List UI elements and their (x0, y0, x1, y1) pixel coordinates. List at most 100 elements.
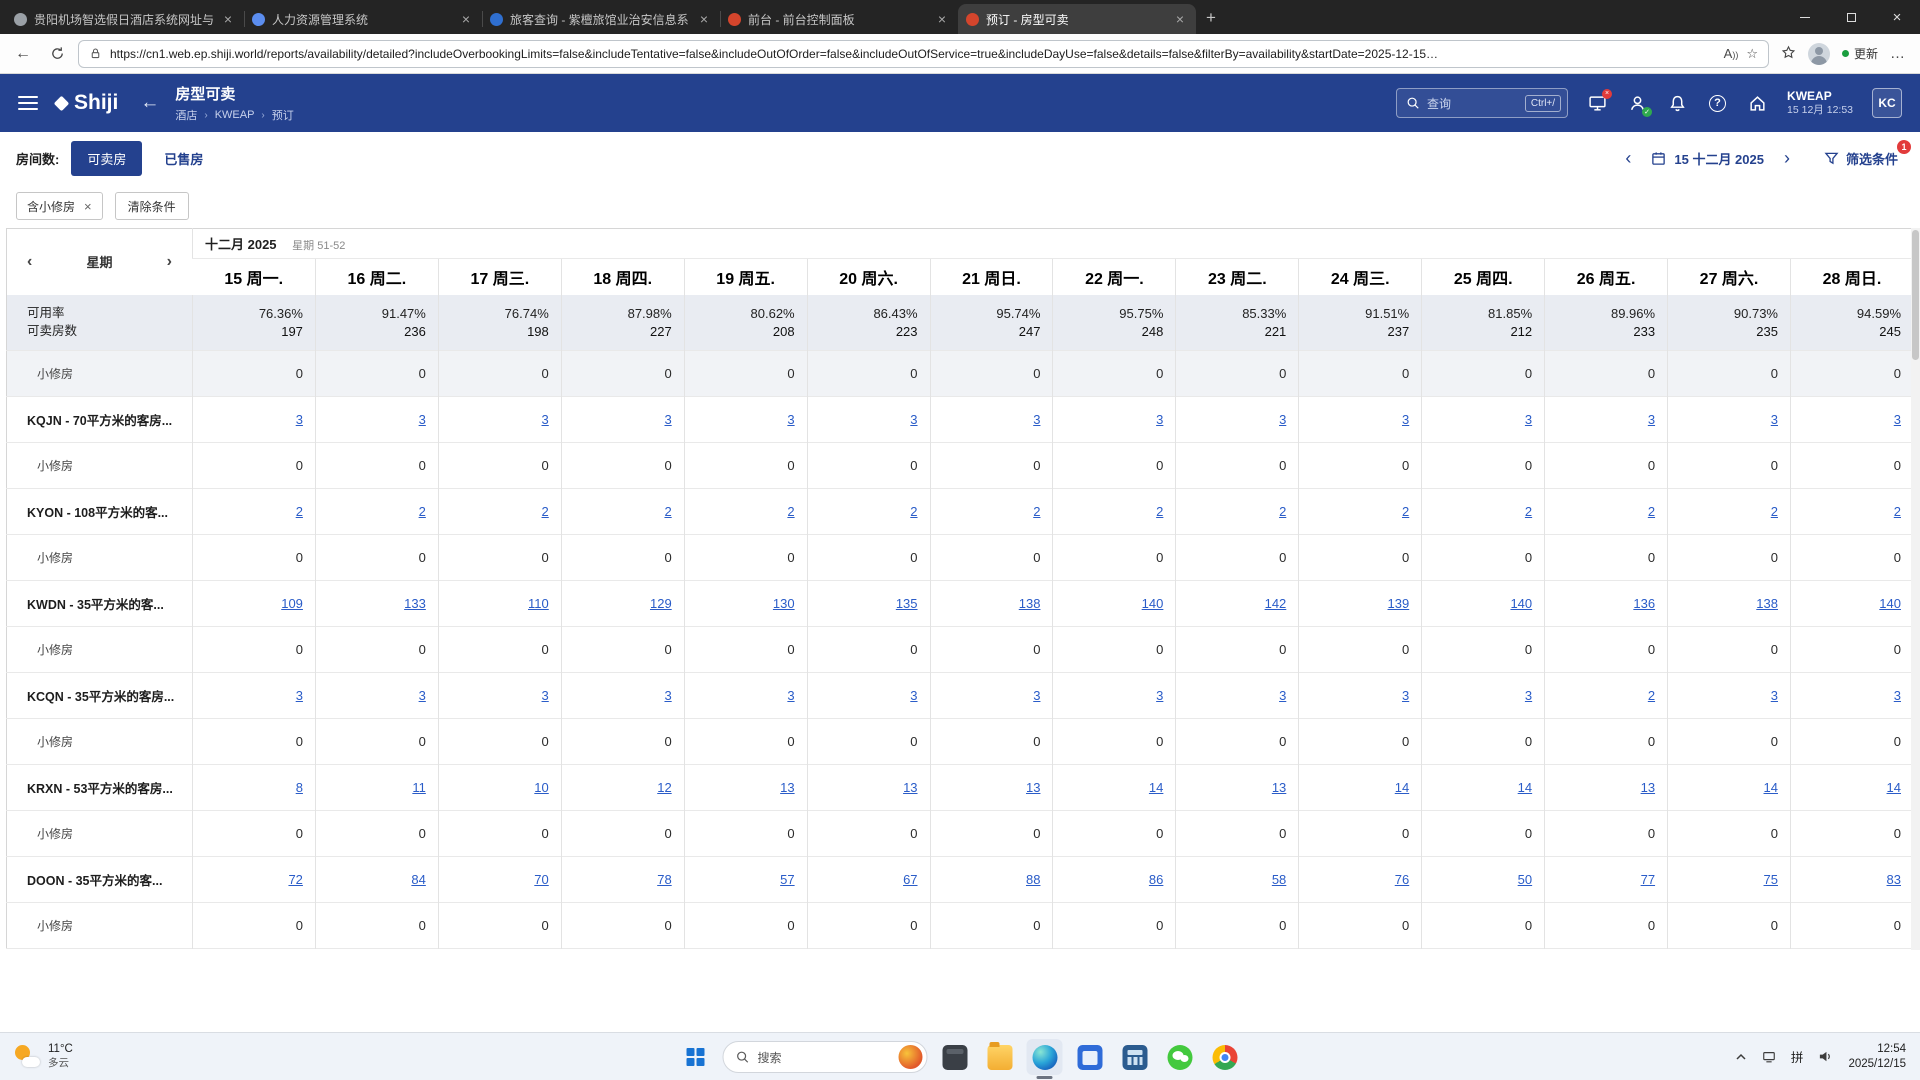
availability-count-link[interactable]: 138 (1019, 596, 1041, 611)
page-back-button[interactable]: ← (140, 92, 159, 114)
availability-count-link[interactable]: 130 (773, 596, 795, 611)
availability-count-link[interactable]: 88 (1026, 872, 1040, 887)
availability-count-link[interactable]: 110 (528, 596, 549, 611)
ime-indicator[interactable]: 拼 (1791, 1047, 1804, 1066)
favorite-star-icon[interactable]: ☆ (1746, 46, 1758, 62)
availability-count-link[interactable]: 10 (534, 780, 548, 795)
sold-rooms-toggle[interactable]: 已售房 (154, 141, 213, 176)
availability-count-link[interactable]: 2 (910, 504, 917, 519)
availability-count-link[interactable]: 3 (1279, 412, 1286, 427)
availability-count-link[interactable]: 3 (542, 412, 549, 427)
tab-close-icon[interactable]: × (696, 11, 712, 27)
availability-count-link[interactable]: 3 (1771, 412, 1778, 427)
availability-count-link[interactable]: 3 (296, 688, 303, 703)
concierge-button[interactable]: ✓ (1627, 93, 1648, 114)
availability-count-link[interactable]: 13 (1026, 780, 1040, 795)
taskbar-search[interactable]: 搜索 (723, 1041, 928, 1073)
availability-count-link[interactable]: 2 (664, 504, 671, 519)
availability-count-link[interactable]: 3 (1033, 688, 1040, 703)
availability-count-link[interactable]: 139 (1388, 596, 1410, 611)
availability-count-link[interactable]: 138 (1756, 596, 1778, 611)
availability-count-link[interactable]: 83 (1887, 872, 1901, 887)
close-button[interactable]: × (1874, 0, 1920, 34)
availability-count-link[interactable]: 3 (1525, 412, 1532, 427)
filter-conditions-button[interactable]: 筛选条件 1 (1824, 149, 1904, 168)
property-info[interactable]: KWEAP 15 12月 12:53 (1787, 89, 1853, 117)
taskbar-app-calculator[interactable] (1117, 1039, 1153, 1075)
availability-count-link[interactable]: 3 (542, 688, 549, 703)
availability-count-link[interactable]: 3 (1648, 412, 1655, 427)
availability-count-link[interactable]: 136 (1633, 596, 1655, 611)
availability-count-link[interactable]: 13 (1641, 780, 1655, 795)
availability-count-link[interactable]: 3 (787, 412, 794, 427)
taskbar-clock[interactable]: 12:54 2025/12/15 (1848, 1042, 1906, 1072)
browser-update-button[interactable]: 更新 (1842, 45, 1878, 62)
minimize-button[interactable] (1782, 0, 1828, 34)
taskbar-app-wechat[interactable] (1162, 1039, 1198, 1075)
availability-count-link[interactable]: 3 (910, 412, 917, 427)
availability-count-link[interactable]: 135 (896, 596, 918, 611)
vertical-scrollbar[interactable] (1911, 228, 1920, 950)
availability-count-link[interactable]: 2 (419, 504, 426, 519)
availability-count-link[interactable]: 109 (281, 596, 303, 611)
tab-close-icon[interactable]: × (1172, 11, 1188, 27)
read-aloud-icon[interactable]: A)) (1724, 46, 1739, 61)
availability-count-link[interactable]: 3 (1525, 688, 1532, 703)
availability-count-link[interactable]: 3 (1402, 688, 1409, 703)
availability-count-link[interactable]: 8 (296, 780, 303, 795)
availability-count-link[interactable]: 142 (1265, 596, 1287, 611)
home-button[interactable] (1747, 93, 1768, 114)
availability-count-link[interactable]: 70 (534, 872, 548, 887)
back-button[interactable]: ← (10, 41, 36, 67)
availability-count-link[interactable]: 14 (1887, 780, 1901, 795)
taskbar-app-darkapp[interactable] (937, 1039, 973, 1075)
browser-tab[interactable]: 前台 - 前台控制面板× (720, 4, 958, 34)
availability-count-link[interactable]: 3 (1402, 412, 1409, 427)
availability-count-link[interactable]: 2 (1894, 504, 1901, 519)
availability-count-link[interactable]: 129 (650, 596, 672, 611)
availability-count-link[interactable]: 3 (1156, 688, 1163, 703)
breadcrumb-section[interactable]: 预订 (272, 107, 294, 123)
availability-count-link[interactable]: 2 (787, 504, 794, 519)
availability-count-link[interactable]: 3 (1894, 412, 1901, 427)
browser-tab-active[interactable]: 预订 - 房型可卖× (958, 4, 1196, 34)
availability-count-link[interactable]: 14 (1395, 780, 1409, 795)
availability-count-link[interactable]: 75 (1764, 872, 1778, 887)
menu-button[interactable] (18, 96, 38, 110)
tray-display-button[interactable] (1762, 1050, 1776, 1064)
availability-count-link[interactable]: 3 (1771, 688, 1778, 703)
available-rooms-toggle[interactable]: 可卖房 (71, 141, 142, 176)
chip-close-icon[interactable]: × (84, 199, 92, 214)
availability-count-link[interactable]: 3 (1156, 412, 1163, 427)
next-week-button[interactable]: › (163, 254, 176, 270)
availability-count-link[interactable]: 14 (1518, 780, 1532, 795)
availability-count-link[interactable]: 2 (1525, 504, 1532, 519)
availability-count-link[interactable]: 3 (787, 688, 794, 703)
previous-week-button[interactable]: ‹ (23, 254, 36, 270)
availability-count-link[interactable]: 133 (404, 596, 426, 611)
help-button[interactable]: ? (1707, 93, 1728, 114)
volume-button[interactable] (1818, 1049, 1833, 1064)
new-tab-button[interactable]: + (1196, 8, 1228, 34)
browser-profile-avatar[interactable] (1808, 43, 1830, 65)
taskbar-app-file-explorer[interactable] (982, 1039, 1018, 1075)
availability-count-link[interactable]: 76 (1395, 872, 1409, 887)
taskbar-app-edge[interactable] (1027, 1039, 1063, 1075)
availability-count-link[interactable]: 11 (412, 780, 426, 795)
scrollbar-thumb[interactable] (1912, 230, 1919, 360)
previous-period-button[interactable]: ‹ (1621, 149, 1635, 167)
availability-count-link[interactable]: 3 (910, 688, 917, 703)
availability-count-link[interactable]: 84 (411, 872, 425, 887)
breadcrumb-property[interactable]: KWEAP (215, 109, 255, 121)
weather-widget[interactable]: 11°C 多云 (14, 1043, 73, 1069)
availability-count-link[interactable]: 13 (780, 780, 794, 795)
availability-count-link[interactable]: 2 (1648, 504, 1655, 519)
availability-count-link[interactable]: 2 (1156, 504, 1163, 519)
screen-share-button[interactable]: × (1587, 93, 1608, 114)
availability-count-link[interactable]: 2 (296, 504, 303, 519)
refresh-button[interactable] (44, 41, 70, 67)
availability-count-link[interactable]: 86 (1149, 872, 1163, 887)
availability-count-link[interactable]: 3 (664, 688, 671, 703)
availability-count-link[interactable]: 3 (419, 688, 426, 703)
availability-count-link[interactable]: 58 (1272, 872, 1286, 887)
